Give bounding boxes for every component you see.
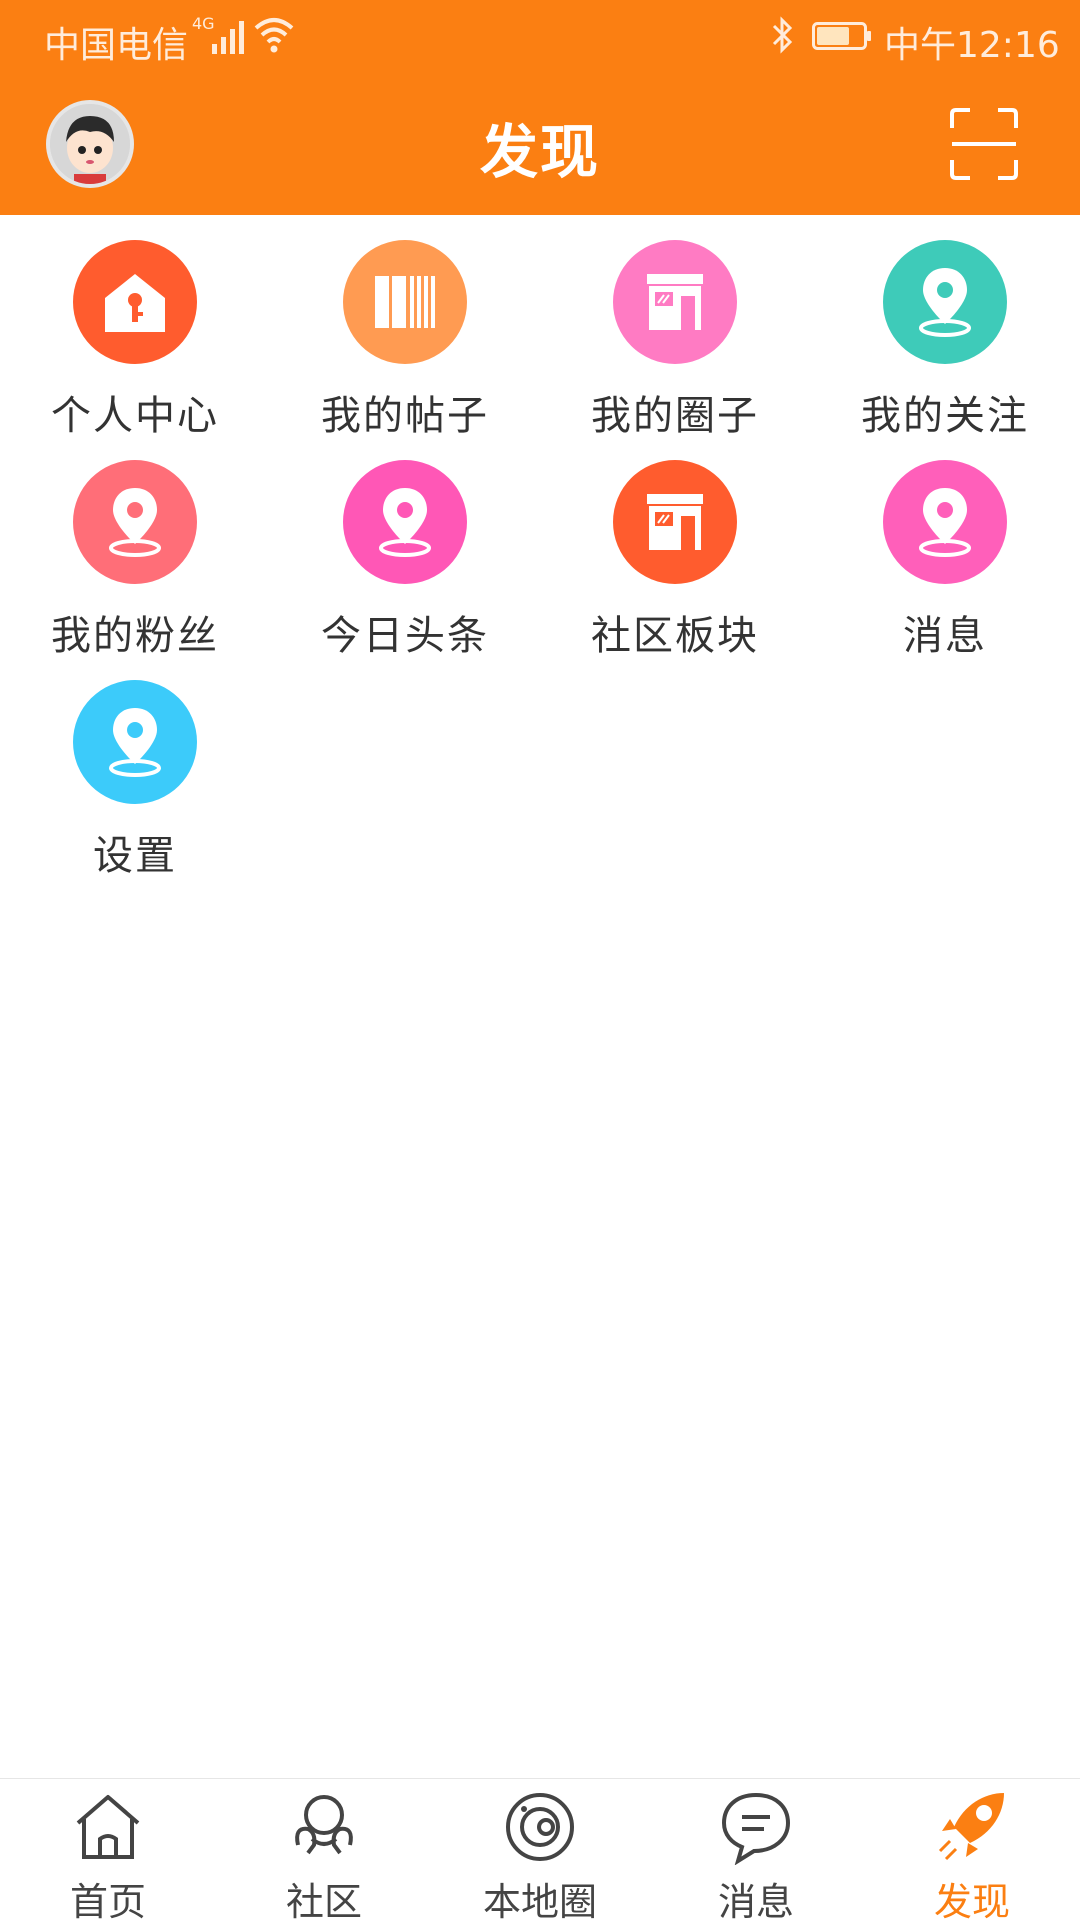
house-key-icon [73, 240, 197, 364]
location-pin-icon [73, 460, 197, 584]
page-title: 发现 [479, 118, 600, 186]
location-pin-icon [343, 460, 467, 584]
bottom-nav: 首页 社区 本地圈 消息 发现 [0, 1778, 1080, 1920]
grid-item-personal-center[interactable]: 个人中心 [0, 240, 270, 440]
shop-icon [613, 460, 737, 584]
tab-messages[interactable]: 消息 [648, 1779, 864, 1920]
carrier-name: 中国电信 [44, 25, 189, 66]
grid-item-label: 消息 [903, 613, 987, 659]
grid-item-my-fans[interactable]: 我的粉丝 [0, 460, 270, 660]
app-header: 中国电信 4G 中午12:16 发现 [0, 0, 1080, 215]
wifi-icon [254, 18, 294, 53]
location-pin-icon [883, 240, 1007, 364]
grid-item-messages[interactable]: 消息 [810, 460, 1080, 660]
community-icon [295, 1795, 353, 1855]
location-pin-icon [73, 680, 197, 804]
grid-item-today-headlines[interactable]: 今日头条 [270, 460, 540, 660]
tab-label: 消息 [717, 1880, 794, 1920]
grid-item-my-follows[interactable]: 我的关注 [810, 240, 1080, 440]
tab-home[interactable]: 首页 [0, 1779, 216, 1920]
grid-item-label: 我的粉丝 [51, 613, 219, 659]
discover-screen: 中国电信 4G 中午12:16 发现 个人中心 我的帖子 我的圈子 我的关注 我… [0, 0, 1080, 1920]
grid-item-settings[interactable]: 设置 [0, 680, 270, 880]
books-icon [343, 240, 467, 364]
tab-community[interactable]: 社区 [216, 1779, 432, 1920]
message-icon [721, 1792, 791, 1865]
rocket-icon [938, 1793, 1004, 1861]
grid-item-community-sections[interactable]: 社区板块 [540, 460, 810, 660]
grid-item-my-posts[interactable]: 我的帖子 [270, 240, 540, 440]
grid-item-label: 社区板块 [591, 613, 759, 659]
grid-item-label: 今日头条 [321, 613, 489, 659]
home-icon [76, 1795, 140, 1859]
grid-item-label: 设置 [93, 833, 177, 879]
grid-item-label: 我的关注 [861, 393, 1029, 439]
tab-label: 发现 [933, 1880, 1010, 1920]
scan-icon[interactable] [948, 106, 1020, 182]
grid-item-label: 个人中心 [51, 393, 219, 439]
battery-icon [812, 22, 871, 50]
location-pin-icon [883, 460, 1007, 584]
grid-item-label: 我的帖子 [321, 393, 489, 439]
tab-discover[interactable]: 发现 [864, 1779, 1080, 1920]
grid-item-label: 我的圈子 [591, 393, 759, 439]
status-bar: 中国电信 4G 中午12:16 [0, 0, 1080, 75]
shop-icon [613, 240, 737, 364]
bluetooth-icon [772, 16, 793, 54]
signal-icon [212, 21, 244, 54]
local-circle-icon [506, 1793, 574, 1861]
tab-label: 社区 [285, 1880, 362, 1920]
tab-label: 本地圈 [482, 1880, 597, 1920]
grid-item-my-circles[interactable]: 我的圈子 [540, 240, 810, 440]
clock: 中午12:16 [884, 25, 1060, 66]
tab-local-circle[interactable]: 本地圈 [432, 1779, 648, 1920]
tab-label: 首页 [69, 1880, 146, 1920]
